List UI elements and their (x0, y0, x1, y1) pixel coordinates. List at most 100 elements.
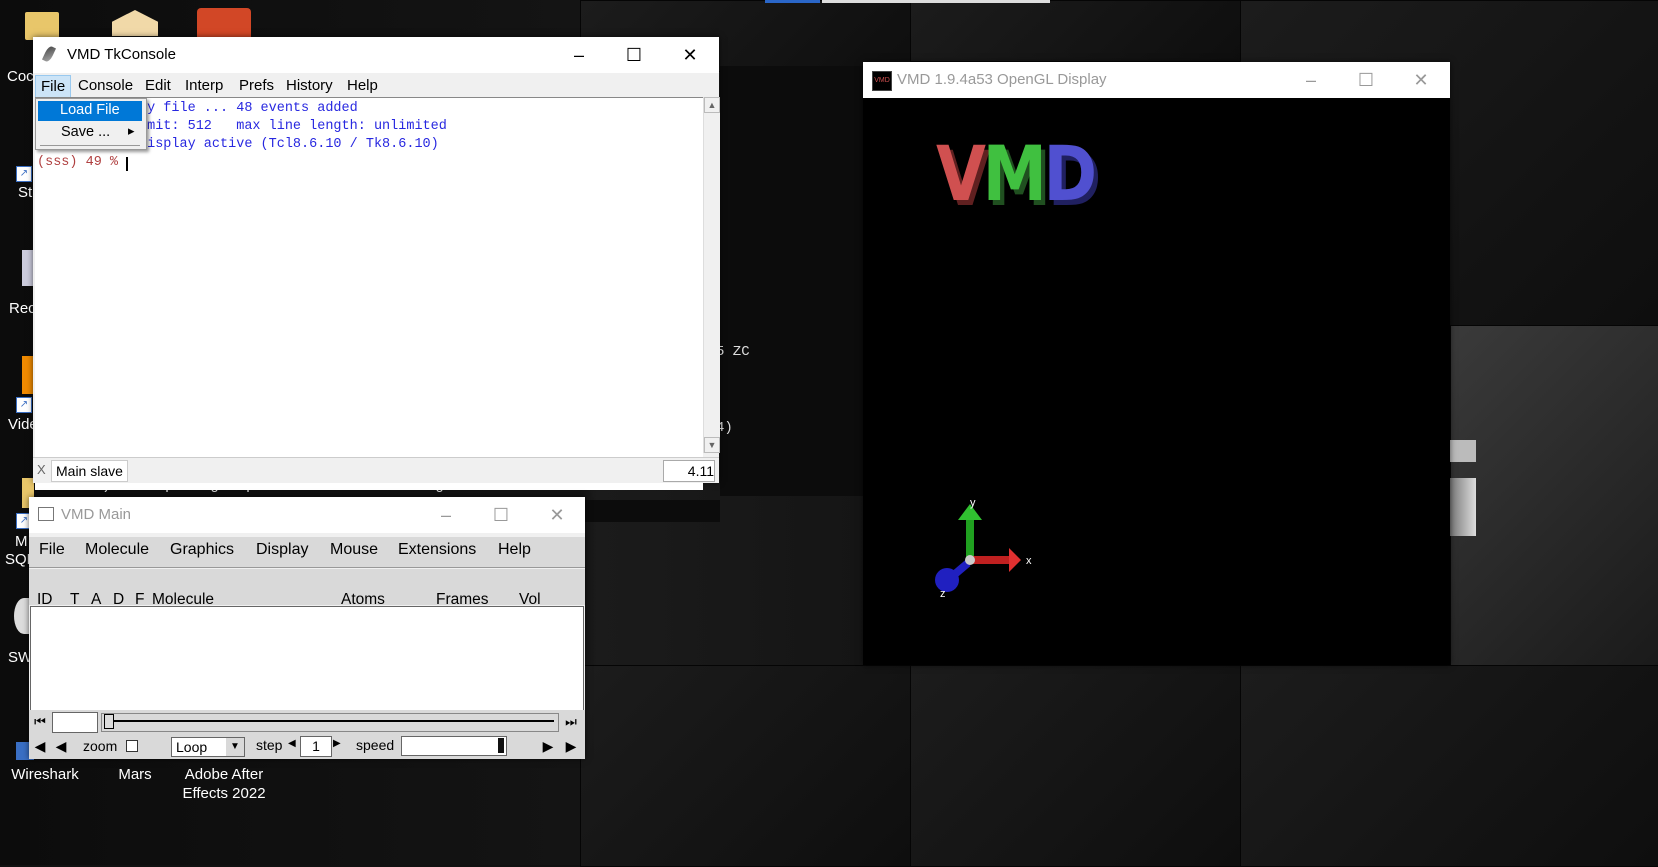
desktop-label-rec[interactable]: Rec (9, 300, 36, 317)
mars-label: Mars (118, 766, 152, 783)
menu-mouse[interactable]: Mouse (330, 541, 378, 559)
step-increase-icon[interactable]: ▶ (333, 738, 341, 749)
desktop-icon-after-effects[interactable]: Adobe After Effects 2022 (179, 765, 269, 803)
logo-letter-v: V (936, 129, 986, 218)
menu-file[interactable]: File (39, 541, 65, 559)
maximize-button[interactable]: ☐ (473, 497, 529, 533)
maximize-button[interactable]: ☐ (1338, 62, 1394, 98)
menu-molecule[interactable]: Molecule (85, 541, 149, 559)
shortcut-arrow-icon: ↗ (16, 397, 32, 413)
axis-label-x: x (1026, 555, 1032, 567)
minimize-button[interactable]: – (418, 497, 474, 533)
speed-slider[interactable] (401, 736, 507, 756)
desktop-label-st[interactable]: St (18, 184, 32, 201)
menu-separator (40, 145, 140, 146)
file-dropdown-menu: Load File Save ... ▸ (35, 98, 147, 150)
x-axis-head (1009, 548, 1021, 572)
skip-to-end-icon[interactable]: ⏭ (562, 713, 580, 730)
console-line: display active (Tcl8.6.10 / Tk8.6.10) (139, 137, 439, 152)
menu-help[interactable]: Help (498, 541, 531, 559)
maximize-button[interactable]: ☐ (606, 37, 662, 73)
console-prompt: (sss) 49 % (37, 155, 119, 170)
tkconsole-title: VMD TkConsole (67, 46, 176, 63)
menu-console[interactable]: Console (78, 77, 133, 94)
step-decrease-icon[interactable]: ◀ (288, 738, 296, 749)
opengl-display-window: VMD VMD 1.9.4a53 OpenGL Display – ☐ ✕ VM… (863, 62, 1450, 665)
menu-item-save[interactable]: Save ... ▸ (38, 123, 142, 143)
console-line: ry file ... 48 events added (139, 101, 358, 116)
submenu-arrow-icon: ▸ (128, 123, 135, 138)
step-value-field[interactable]: 1 (300, 736, 332, 757)
menu-graphics[interactable]: Graphics (170, 541, 234, 559)
desktop-icon-mars[interactable]: Mars (90, 765, 180, 784)
menu-file[interactable]: File (35, 75, 72, 98)
zoom-label: zoom (83, 738, 118, 754)
axis-label-y: y (970, 498, 976, 509)
status-x-icon[interactable]: X (37, 462, 46, 477)
close-button[interactable]: ✕ (662, 37, 718, 73)
vmd-main-window: VMD Main – ☐ ✕ File Molecule Graphics Di… (29, 497, 585, 759)
load-file-label: Load File (60, 102, 120, 118)
molecule-list[interactable] (30, 606, 584, 711)
tkconsole-titlebar[interactable]: VMD TkConsole – ☐ ✕ (33, 37, 719, 73)
step-forward-icon[interactable]: ▶ (539, 737, 557, 755)
origin-sphere (965, 555, 975, 565)
opengl-titlebar[interactable]: VMD VMD 1.9.4a53 OpenGL Display – ☐ ✕ (863, 62, 1450, 98)
status-label: Main slave (51, 460, 128, 482)
minimize-button[interactable]: – (1283, 62, 1339, 98)
menu-edit[interactable]: Edit (145, 77, 171, 94)
save-label: Save ... (61, 124, 111, 140)
minimize-button[interactable]: – (551, 37, 607, 73)
console-statusbar: X Main slave 4.11 (33, 457, 719, 483)
loop-value: Loop (176, 739, 208, 755)
animation-slider-row: ⏮ ⏭ (29, 710, 585, 734)
background-text-1: 5 ZC (716, 344, 750, 360)
menu-extensions[interactable]: Extensions (398, 541, 476, 559)
vmd-main-titlebar[interactable]: VMD Main – ☐ ✕ (29, 497, 585, 533)
vmd-main-title: VMD Main (61, 506, 132, 523)
dropdown-arrow-icon: ▼ (226, 738, 244, 756)
menu-history[interactable]: History (286, 77, 333, 94)
play-forward-icon[interactable]: ▶ (562, 737, 580, 755)
frame-number-field[interactable] (52, 712, 98, 733)
powerpoint-icon[interactable] (197, 8, 251, 38)
animation-controls-row: ◀ ◀ zoom Loop ▼ step ◀ 1 ▶ speed ▶ ▶ (29, 734, 585, 759)
desktop-icon-wireshark[interactable]: Wireshark (0, 765, 90, 784)
console-scrollbar[interactable]: ▲ ▼ (703, 97, 720, 453)
menu-help[interactable]: Help (347, 77, 378, 94)
scroll-up-icon[interactable]: ▲ (704, 97, 720, 113)
x-axis-shaft (970, 556, 1010, 564)
axis-label-z: z (940, 588, 946, 600)
text-cursor (126, 157, 128, 171)
skip-to-start-icon[interactable]: ⏮ (31, 713, 49, 730)
step-back-icon[interactable]: ◀ (52, 737, 70, 755)
desktop-label-coc[interactable]: Coc (7, 68, 34, 85)
speed-slider-thumb[interactable] (498, 738, 504, 753)
wireshark-label: Wireshark (11, 766, 79, 783)
menu-display[interactable]: Display (256, 541, 308, 559)
shortcut-arrow-icon: ↗ (16, 166, 32, 182)
close-button[interactable]: ✕ (1393, 62, 1449, 98)
zoom-checkbox[interactable] (126, 740, 138, 752)
slider-thumb[interactable] (104, 714, 114, 729)
status-version: 4.11 (663, 460, 715, 482)
menu-prefs[interactable]: Prefs (239, 77, 274, 94)
menu-interp[interactable]: Interp (185, 77, 223, 94)
opengl-canvas[interactable]: VMD y x z (863, 98, 1450, 665)
vmd-main-app-icon (38, 507, 54, 521)
play-reverse-icon[interactable]: ◀ (31, 737, 49, 755)
step-label: step (256, 737, 283, 753)
console-text-area[interactable]: ry file ... 48 events added imit: 512 ma… (35, 97, 703, 490)
speed-label: speed (356, 737, 395, 753)
frame-slider[interactable] (101, 713, 559, 732)
after-effects-label-line2: Effects 2022 (182, 785, 266, 802)
folder-icon[interactable] (25, 12, 59, 40)
desktop-label-m[interactable]: M (15, 533, 28, 550)
vmd-main-menubar: File Molecule Graphics Display Mouse Ext… (29, 537, 585, 568)
vmd-logo: VMD (936, 136, 1097, 212)
close-button[interactable]: ✕ (529, 497, 585, 533)
opengl-title: VMD 1.9.4a53 OpenGL Display (897, 71, 1107, 88)
menu-item-load-file[interactable]: Load File (38, 101, 142, 121)
scroll-down-icon[interactable]: ▼ (704, 437, 720, 453)
loop-select[interactable]: Loop ▼ (171, 737, 245, 757)
